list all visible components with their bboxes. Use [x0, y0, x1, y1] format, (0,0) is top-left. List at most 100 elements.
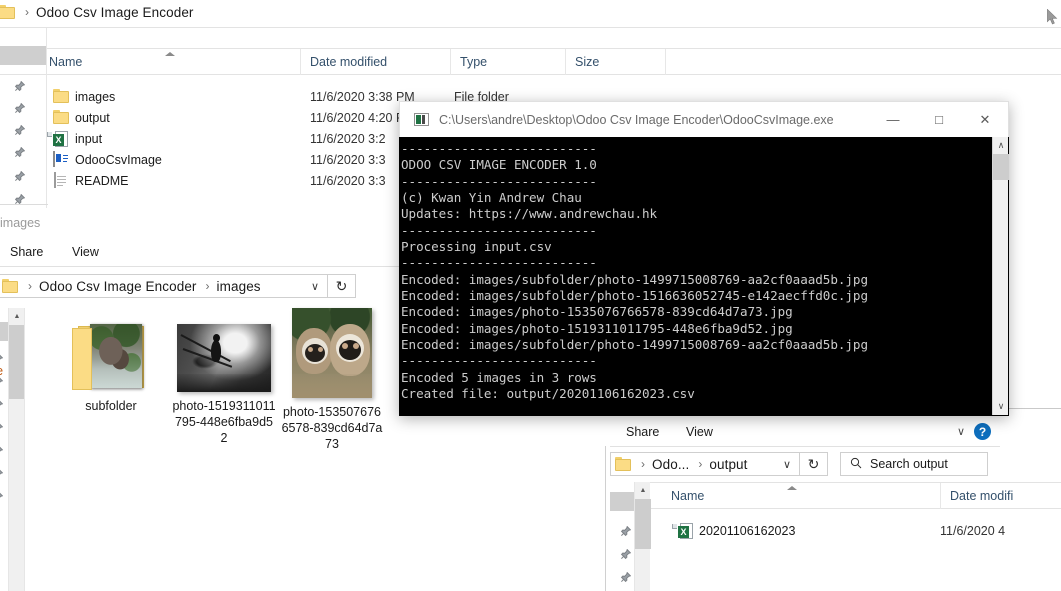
pin-icon [14, 147, 25, 158]
folder-icon [53, 109, 71, 126]
pin-icon [0, 423, 3, 434]
file-name[interactable]: 20201106162023 [699, 524, 795, 538]
pin-icon [620, 549, 631, 560]
window-left-border [605, 446, 606, 591]
grid-item-subfolder[interactable]: subfolder [59, 320, 163, 414]
column-header-type[interactable]: Type [450, 49, 565, 75]
grid-item-caption: photo-1535076766578-839cd64d7a73 [281, 405, 383, 451]
column-header-row: Name Date modified Type Size [0, 48, 1061, 75]
file-name[interactable]: input [75, 132, 102, 146]
breadcrumb-separator: › [25, 5, 29, 19]
console-window: C:\Users\andre\Desktop\Odoo Csv Image En… [399, 101, 1009, 416]
column-header-date[interactable]: Date modified [300, 49, 450, 75]
pin-icon [14, 103, 25, 114]
addressbar-divider [0, 27, 1061, 28]
pin-icon [0, 446, 3, 457]
breadcrumb-separator: › [698, 457, 703, 471]
breadcrumb-root-label[interactable]: Odoo Csv Image Encoder [36, 5, 194, 20]
file-name[interactable]: README [75, 174, 128, 188]
scrollbar-thumb[interactable] [9, 325, 25, 399]
nav-scrollbar-output[interactable] [634, 482, 651, 591]
tab-view[interactable]: View [72, 240, 99, 265]
grid-item-photo-1[interactable]: photo-1519311011795-448e6fba9d52 [172, 320, 276, 446]
chevron-down-icon[interactable]: ∨ [957, 420, 965, 444]
minimize-button[interactable]: — [870, 102, 916, 137]
console-output-text: -------------------------- ODOO CSV IMAG… [401, 141, 868, 402]
search-icon [850, 457, 862, 472]
file-name[interactable]: output [75, 111, 110, 125]
text-file-icon [54, 171, 72, 189]
breadcrumb-crumb-0[interactable]: Odo... [652, 457, 689, 472]
file-date: 11/6/2020 3:2 [310, 131, 386, 146]
refresh-icon[interactable]: ↻ [800, 452, 828, 476]
pin-icon [620, 572, 631, 583]
column-header-date[interactable]: Date modifi [940, 483, 1060, 509]
scrollbar-thumb[interactable] [635, 499, 651, 549]
nav-bottom-divider [0, 204, 48, 205]
pin-icon [0, 469, 3, 480]
scrollbar-thumb[interactable] [993, 154, 1009, 180]
address-bar-root[interactable]: › Odoo Csv Image Encoder [0, 0, 1061, 28]
ribbon-divider [610, 446, 1000, 447]
grid-item-caption: subfolder [85, 399, 137, 413]
scroll-up-arrow[interactable] [635, 482, 651, 499]
pin-icon [14, 171, 25, 182]
pin-icon [0, 377, 3, 388]
nav-item-label-partial: re [0, 364, 3, 378]
maximize-button[interactable]: □ [916, 102, 962, 137]
mouse-cursor [1046, 8, 1059, 27]
file-date: 11/6/2020 3:3 [310, 173, 386, 188]
scroll-up-arrow[interactable]: ∧ [993, 137, 1009, 154]
refresh-icon[interactable]: ↻ [328, 274, 356, 298]
folder-icon [0, 5, 16, 19]
window-title-images: images [0, 216, 41, 230]
close-button[interactable]: ✕ [962, 102, 1008, 137]
excel-icon: X [47, 130, 71, 147]
grid-item-photo-2[interactable]: photo-1535076766578-839cd64d7a73 [280, 308, 384, 452]
column-header-spacer [665, 49, 745, 75]
breadcrumb-crumb-1[interactable]: images [217, 279, 261, 294]
address-bar-images[interactable]: › Odoo Csv Image Encoder › images ∨ [0, 274, 328, 298]
grid-item-caption: photo-1519311011795-448e6fba9d52 [172, 399, 276, 445]
search-input[interactable]: Search output [840, 452, 988, 476]
chevron-down-icon[interactable]: ∨ [783, 458, 791, 471]
tab-share[interactable]: Share [10, 240, 43, 265]
photo-thumbnail [177, 324, 271, 392]
breadcrumb-crumb-1[interactable]: output [709, 457, 747, 472]
column-header-name-label: Name [49, 55, 83, 69]
file-date: 11/6/2020 3:3 [310, 152, 386, 167]
folder-icon [2, 279, 19, 293]
excel-icon: X [672, 522, 696, 539]
console-titlebar[interactable]: C:\Users\andre\Desktop\Odoo Csv Image En… [399, 101, 1009, 137]
breadcrumb-crumb-0[interactable]: Odoo Csv Image Encoder [39, 279, 197, 294]
folder-with-preview-icon [68, 320, 154, 392]
scroll-up-arrow[interactable] [9, 308, 25, 325]
chevron-down-icon[interactable]: ∨ [311, 280, 319, 293]
breadcrumb-separator: › [28, 279, 32, 293]
nav-divider [46, 28, 47, 208]
table-row[interactable]: X 20201106162023 11/6/2020 4 [604, 520, 1061, 541]
address-bar-output[interactable]: › Odo... › output ∨ [610, 452, 800, 476]
console-output-area[interactable]: -------------------------- ODOO CSV IMAG… [400, 137, 1008, 415]
file-name[interactable]: OdooCsvImage [75, 153, 162, 167]
nav-selected-item[interactable] [0, 46, 46, 65]
desktop-screen: › Odoo Csv Image Encoder Name Date modif… [0, 0, 1061, 591]
column-header-size[interactable]: Size [565, 49, 665, 75]
column-header-row: Name Date modifi [650, 482, 1061, 509]
nav-selected-item[interactable] [610, 492, 634, 511]
exe-icon [53, 150, 71, 168]
file-name[interactable]: images [75, 90, 115, 104]
help-icon[interactable]: ? [974, 423, 991, 440]
breadcrumb-separator: › [641, 457, 645, 471]
nav-selected-item[interactable] [0, 322, 8, 341]
tab-view[interactable]: View [686, 420, 713, 444]
column-header-name[interactable]: Name [40, 49, 300, 75]
console-scrollbar[interactable]: ∧ ∨ [992, 137, 1009, 415]
explorer-window-output: Share View ∨ ? › Odo... › output ∨ ↻ Sea… [604, 408, 1061, 591]
tab-share[interactable]: Share [626, 420, 659, 444]
content-divider [24, 308, 25, 591]
scroll-down-arrow[interactable]: ∨ [993, 398, 1009, 415]
photo-thumbnail [292, 308, 372, 398]
column-header-name[interactable]: Name [662, 483, 940, 509]
nav-scrollbar-images[interactable] [8, 308, 25, 591]
